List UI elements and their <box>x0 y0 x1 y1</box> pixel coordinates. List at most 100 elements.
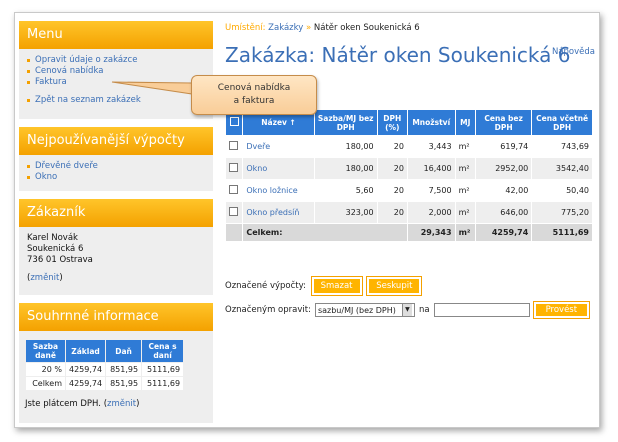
total-qty: 29,343 <box>406 223 456 242</box>
callout-line-2: a faktura <box>233 96 275 106</box>
bulk-edit-label: Označeným opravit: <box>225 305 311 315</box>
row-checkbox[interactable] <box>229 141 238 150</box>
row-net: 42,00 <box>474 179 533 202</box>
row-checkbox[interactable] <box>229 185 238 194</box>
row-rate: 5,60 <box>313 179 378 202</box>
row-net: 646,00 <box>474 201 533 224</box>
row-name-link[interactable]: Okno <box>242 157 315 180</box>
table-row: Celkem 4259,74 851,95 5111,69 <box>25 376 185 391</box>
summary-cell: 4259,74 <box>64 376 107 391</box>
row-gross: 50,40 <box>531 179 593 202</box>
select-all-checkbox[interactable] <box>229 117 239 126</box>
breadcrumb: Umístění: Zakázky » Nátěr oken Soukenick… <box>225 23 420 33</box>
row-qty: 2,000 <box>406 201 456 224</box>
row-rate: 180,00 <box>313 157 378 180</box>
breadcrumb-current: Nátěr oken Soukenická 6 <box>313 23 420 33</box>
chevron-down-icon[interactable]: ▼ <box>401 304 412 316</box>
row-qty: 3,443 <box>406 135 456 158</box>
vat-note-wrap: Jste plátcem DPH. (změnit) <box>25 399 140 409</box>
row-net: 619,74 <box>474 135 533 158</box>
menu-box: Menu Opravit údaje o zakázce Cenová nabí… <box>19 21 213 119</box>
total-net: 4259,74 <box>474 223 533 242</box>
summary-header-rate: Sazba daně <box>25 339 66 363</box>
table-row: Okno předsíň 323,00 20 2,000 m² 646,00 7… <box>224 201 593 224</box>
bulk-actions: Označené výpočty: Smazat Seskupit <box>225 276 423 296</box>
row-checkbox[interactable] <box>229 207 238 216</box>
page-title: Zakázka: Nátěr oken Soukenická 6 <box>225 43 571 67</box>
vat-note: Jste plátcem DPH. <box>25 399 101 409</box>
header-unit[interactable]: MJ <box>454 109 476 136</box>
customer-change-link[interactable]: změnit <box>30 273 59 283</box>
row-net: 2952,00 <box>474 157 533 180</box>
row-checkbox-cell[interactable] <box>224 135 244 158</box>
frequent-item-window[interactable]: Okno <box>27 172 205 183</box>
bulk-actions-label: Označené výpočty: <box>225 281 306 291</box>
breadcrumb-label: Umístění: <box>225 23 266 33</box>
table-total-row: Celkem: 29,343 m² 4259,74 5111,69 <box>224 223 593 242</box>
table-row: 20 % 4259,74 851,95 5111,69 <box>25 362 185 377</box>
row-name-link[interactable]: Dveře <box>242 135 315 158</box>
header-vat[interactable]: DPH (%) <box>376 109 408 136</box>
summary-cell: 5111,69 <box>141 362 185 377</box>
breadcrumb-orders-link[interactable]: Zakázky <box>268 23 303 33</box>
summary-cell: Celkem <box>25 376 66 391</box>
header-qty[interactable]: Množství <box>406 109 456 136</box>
row-unit: m² <box>454 201 476 224</box>
summary-header-tax: Daň <box>105 339 143 363</box>
row-gross: 775,20 <box>531 201 593 224</box>
customer-title: Zákazník <box>19 199 213 227</box>
frequent-box: Nejpoužívanější výpočty Dřevěné dveře Ok… <box>19 127 213 191</box>
delete-button[interactable]: Smazat <box>310 276 363 296</box>
header-rate[interactable]: Sazba/MJ bez DPH <box>313 109 378 136</box>
row-vat: 20 <box>376 135 408 158</box>
row-vat: 20 <box>376 201 408 224</box>
callout-note: Cenová nabídka a faktura <box>191 75 317 115</box>
vat-change-link[interactable]: změnit <box>107 399 136 409</box>
row-unit: m² <box>454 135 476 158</box>
row-unit: m² <box>454 179 476 202</box>
summary-cell: 4259,74 <box>64 362 107 377</box>
breadcrumb-separator: » <box>306 23 312 33</box>
total-label: Celkem: <box>242 223 408 242</box>
row-gross: 3542,40 <box>531 157 593 180</box>
summary-header-total: Cena s daní <box>141 339 185 363</box>
row-name-link[interactable]: Okno předsíň <box>242 201 315 224</box>
bulk-edit: Označeným opravit: sazbu/MJ (bez DPH) ▼ … <box>225 301 591 319</box>
header-gross[interactable]: Cena včetně DPH <box>531 109 593 136</box>
apply-button[interactable]: Provést <box>532 301 591 319</box>
menu-item-quote[interactable]: Cenová nabídka <box>27 66 205 77</box>
customer-box: Zákazník Karel Novák Soukenická 6 736 01… <box>19 199 213 295</box>
menu-item-edit-order[interactable]: Opravit údaje o zakázce <box>27 55 205 66</box>
row-checkbox-cell[interactable] <box>224 201 244 224</box>
row-checkbox[interactable] <box>229 163 238 172</box>
row-vat: 20 <box>376 157 408 180</box>
row-name-link[interactable]: Okno ložnice <box>242 179 315 202</box>
summary-table: Sazba daně Základ Daň Cena s daní 20 % 4… <box>25 339 185 391</box>
row-rate: 180,00 <box>313 135 378 158</box>
menu-title: Menu <box>19 21 213 49</box>
field-select-value: sazbu/MJ (bez DPH) <box>317 305 396 315</box>
field-select[interactable]: sazbu/MJ (bez DPH) ▼ <box>314 303 415 317</box>
table-row: Dveře 180,00 20 3,443 m² 619,74 743,69 <box>224 135 593 158</box>
row-gross: 743,69 <box>531 135 593 158</box>
sidebar: Menu Opravit údaje o zakázce Cenová nabí… <box>19 17 213 423</box>
frequent-item-wooden-door[interactable]: Dřevěné dveře <box>27 161 205 172</box>
callout-line-1: Cenová nabídka <box>217 83 291 93</box>
row-qty: 16,400 <box>406 157 456 180</box>
total-spacer <box>224 223 244 242</box>
table-row: Okno ložnice 5,60 20 7,500 m² 42,00 50,4… <box>224 179 593 202</box>
header-net[interactable]: Cena bez DPH <box>474 109 533 136</box>
row-checkbox-cell[interactable] <box>224 179 244 202</box>
row-vat: 20 <box>376 179 408 202</box>
customer-city: 736 01 Ostrava <box>27 255 93 265</box>
new-value-input[interactable] <box>433 303 530 317</box>
calculation-table: Název ↑ Sazba/MJ bez DPH DPH (%) Množstv… <box>224 109 593 242</box>
group-button[interactable]: Seskupit <box>366 276 423 296</box>
row-checkbox-cell[interactable] <box>224 157 244 180</box>
row-rate: 323,00 <box>313 201 378 224</box>
na-label: na <box>418 305 430 315</box>
summary-header-base: Základ <box>64 339 107 363</box>
row-unit: m² <box>454 157 476 180</box>
summary-cell: 20 % <box>25 362 66 377</box>
frequent-title: Nejpoužívanější výpočty <box>19 127 213 155</box>
